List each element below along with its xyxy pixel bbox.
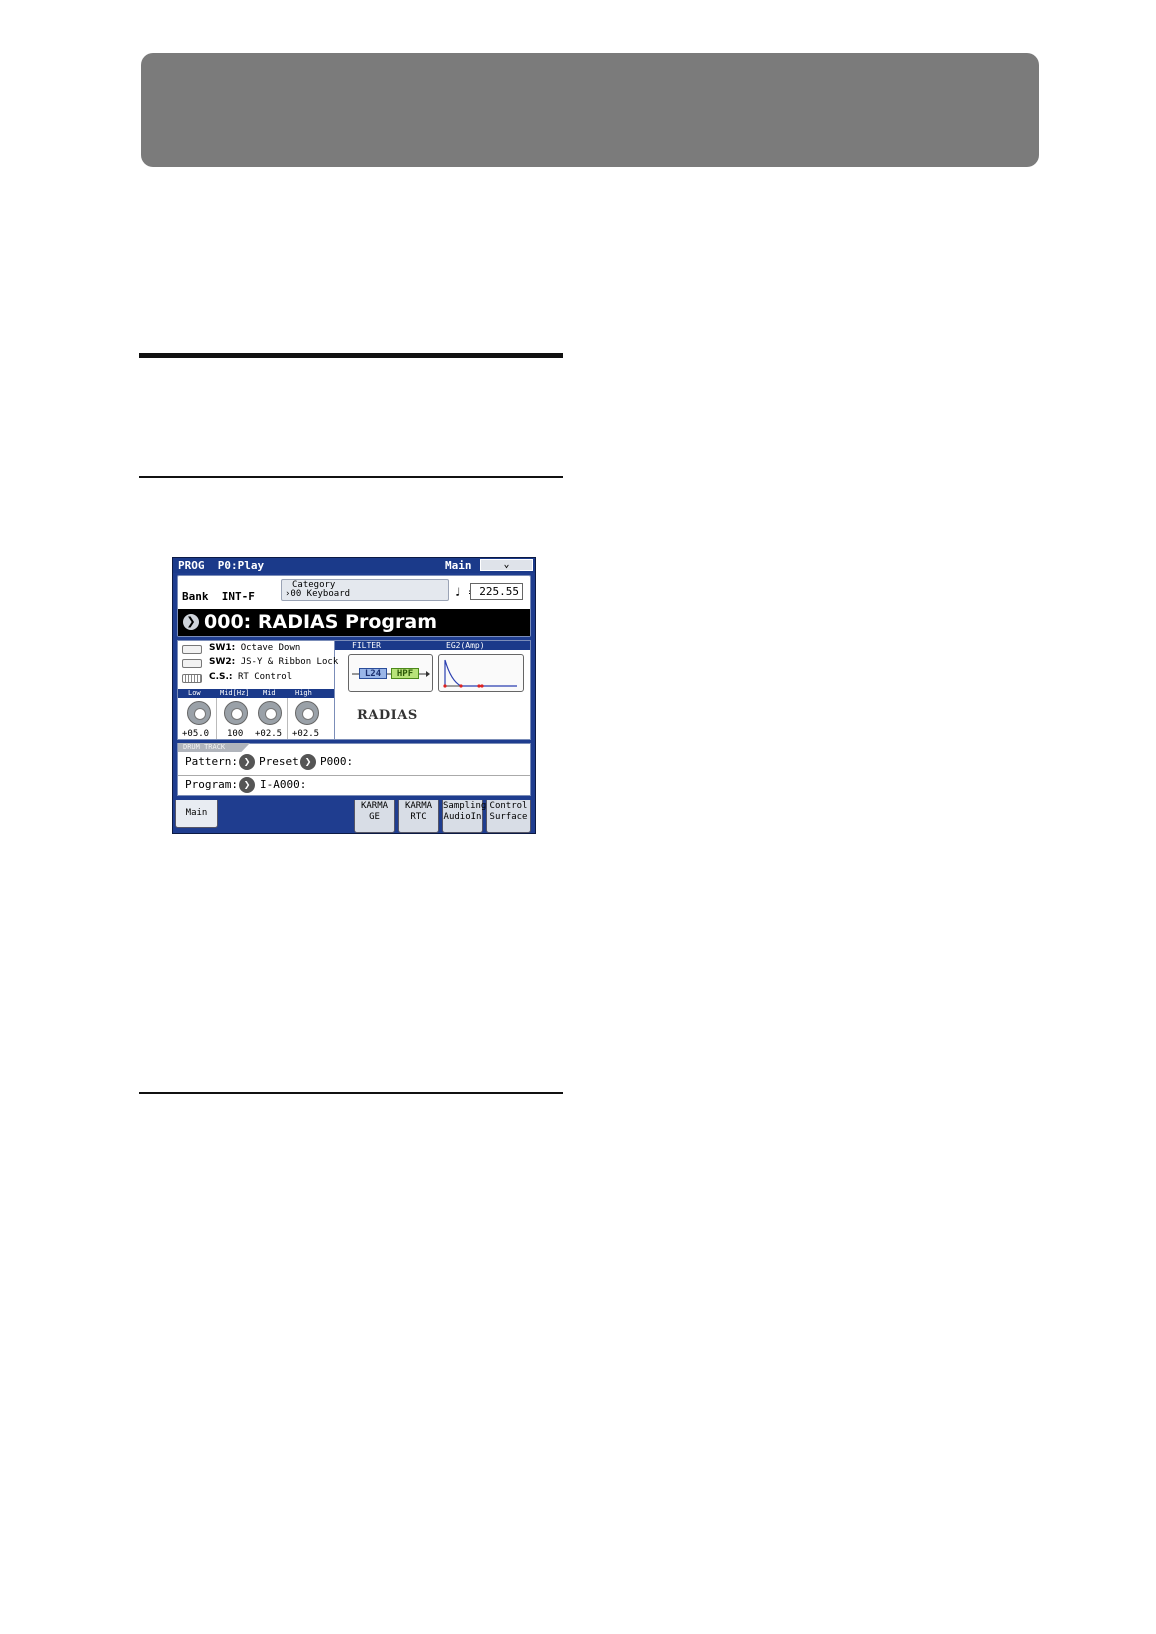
eg-envelope-graph (443, 659, 517, 688)
header-banner (141, 53, 1039, 167)
eq-low-value: +05.0 (182, 729, 210, 739)
filter-label: FILTER (352, 641, 381, 650)
radias-logo: RADIAS (357, 708, 418, 723)
eg-label: EG2(Amp) (446, 641, 485, 650)
current-tab-label: Main (445, 559, 472, 572)
filter1-type: L24 (359, 668, 387, 679)
pattern-label: Pattern: (185, 755, 238, 768)
drum-track-panel: DRUM TRACK Pattern: ❯ Preset ❯ P000: Pro… (177, 743, 531, 796)
eq-header-high: High (295, 689, 312, 697)
title-bar: PROG P0:Play Main ⌄ (173, 558, 535, 573)
category-value: ›00 Keyboard (285, 589, 351, 599)
eq-header-midhz: Mid[Hz] (220, 689, 250, 697)
section-rule (139, 476, 563, 478)
eq-low-knob[interactable] (187, 701, 211, 725)
mode-page-title: PROG P0:Play (178, 559, 265, 572)
cs-indicator (182, 674, 202, 683)
category-select[interactable]: Category ›00 Keyboard (281, 579, 449, 601)
sw2-assign: SW2: JS-Y & Ribbon Lock (209, 657, 339, 667)
program-select[interactable]: ❯ 000: RADIAS Program (178, 609, 530, 636)
eq-header-low: Low (188, 689, 201, 697)
drum-track-tag: DRUM TRACK (178, 743, 250, 752)
sw2-toggle[interactable] (182, 659, 202, 668)
eq-high-knob[interactable] (295, 701, 319, 725)
eq-divider (287, 698, 288, 739)
main-info-panel: SW1: Octave Down SW2: JS-Y & Ribbon Lock… (177, 640, 531, 740)
sw1-assign: SW1: Octave Down (209, 643, 301, 653)
bank-display[interactable]: Bank INT-F (182, 590, 255, 603)
eq-divider (216, 698, 217, 739)
eq-high-value: +02.5 (292, 729, 320, 739)
drum-program-value: I-A000: (260, 778, 307, 791)
eq-mid-knob[interactable] (258, 701, 282, 725)
tempo-field[interactable]: 225.55 (470, 583, 523, 600)
section-rule-thick (139, 353, 563, 358)
cs-assign: C.S.: RT Control (209, 672, 293, 682)
chevron-down-icon: ⌄ (503, 559, 510, 570)
filter-eg-header: FILTER EG2(Amp) (335, 641, 530, 650)
filter-eg-panel: FILTER EG2(Amp) L24 HPF RADIAS (335, 641, 530, 739)
pattern-bank-popup-icon[interactable]: ❯ (239, 754, 255, 770)
pattern-bank-value: Preset (259, 755, 299, 768)
tab-sampling-audioin[interactable]: Sampling AudioIn (442, 800, 486, 833)
pattern-popup-icon[interactable]: ❯ (300, 754, 316, 770)
tab-karma-rtc[interactable]: KARMA RTC (398, 800, 439, 833)
filter-diagram[interactable]: L24 HPF (348, 654, 433, 692)
eq-midhz-value: 100 (227, 729, 244, 739)
popup-arrow-icon[interactable]: ❯ (183, 614, 199, 630)
pattern-value: P000: (320, 755, 354, 768)
controller-eq-panel: SW1: Octave Down SW2: JS-Y & Ribbon Lock… (178, 641, 339, 739)
program-select-panel: Bank INT-F Category ›00 Keyboard ♩ = 225… (177, 575, 531, 637)
tab-bar: Main KARMA GE KARMA RTC Sampling AudioIn Co… (173, 798, 535, 833)
sw1-toggle[interactable] (182, 645, 202, 654)
drum-program-label: Program: (185, 778, 238, 791)
eq-header-mid: Mid (263, 689, 276, 697)
eq-header: Low Mid[Hz] Mid High (178, 689, 334, 698)
lcd-screen: PROG P0:Play Main ⌄ Bank INT-F Category … (172, 557, 536, 834)
tab-main[interactable]: Main (175, 800, 218, 828)
eg-diagram[interactable] (438, 654, 524, 692)
program-name: 000: RADIAS Program (204, 611, 437, 633)
drum-program-popup-icon[interactable]: ❯ (239, 777, 255, 793)
filter2-type: HPF (391, 668, 419, 679)
drum-row-divider (178, 775, 530, 776)
section-rule-bottom (139, 1092, 563, 1094)
eq-midhz-knob[interactable] (224, 701, 248, 725)
tab-control-surface[interactable]: Control Surface (486, 800, 531, 833)
tab-karma-ge[interactable]: KARMA GE (354, 800, 395, 833)
eq-mid-value: +02.5 (255, 729, 283, 739)
page-menu-button[interactable]: ⌄ (480, 559, 533, 571)
